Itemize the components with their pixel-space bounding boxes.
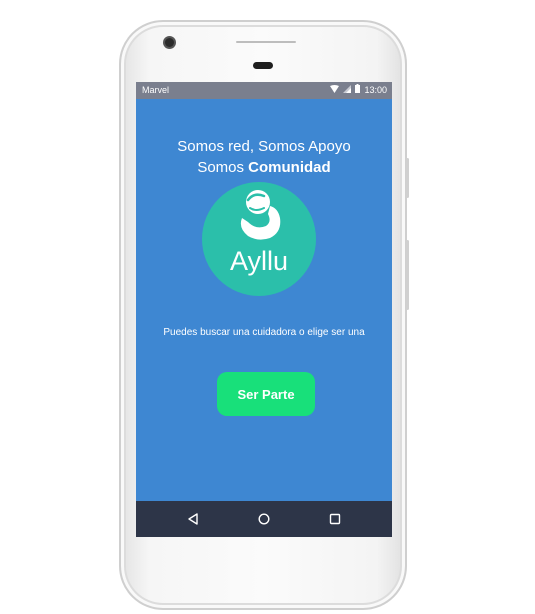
headline-prefix: Somos: [197, 159, 249, 176]
headline-line-2: Somos Comunidad: [136, 159, 392, 176]
headline-line-1: Somos red, Somos Apoyo: [177, 138, 351, 155]
status-time: 13:00: [364, 85, 387, 95]
ayllu-logo: Ayllu: [202, 182, 316, 296]
android-nav-bar: [136, 501, 392, 537]
power-button: [406, 158, 409, 198]
home-icon[interactable]: [249, 504, 279, 534]
signal-icon: [343, 82, 352, 99]
app-screen: Marvel 13:00 Somos red, Somos Apoyo Somo…: [136, 82, 392, 537]
earpiece: [253, 62, 273, 69]
recents-icon[interactable]: [320, 504, 350, 534]
back-icon[interactable]: [178, 504, 208, 534]
logo-text: Ayllu: [229, 246, 289, 276]
status-icons: 13:00: [330, 82, 387, 99]
baby-icon: [240, 190, 281, 240]
subtitle: Puedes buscar una cuidadora o elige ser …: [163, 327, 365, 338]
ser-parte-button[interactable]: Ser Parte: [217, 372, 315, 416]
wifi-icon: [330, 82, 340, 99]
carrier-label: Marvel: [142, 85, 170, 95]
headline-bold: Comunidad: [248, 159, 331, 176]
volume-button: [406, 240, 409, 310]
top-speaker: [236, 41, 296, 43]
battery-icon: [355, 82, 361, 99]
front-camera: [165, 38, 174, 47]
status-bar: Marvel 13:00: [136, 82, 392, 99]
